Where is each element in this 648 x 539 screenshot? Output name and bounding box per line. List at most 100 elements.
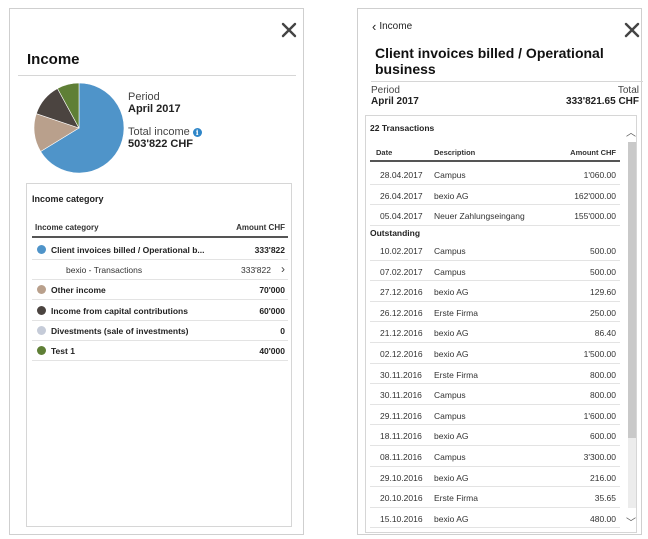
transaction-description: bexio AG bbox=[434, 513, 469, 524]
transaction-row[interactable]: 02.12.2016 bexio AG 1'500.00 bbox=[370, 343, 620, 364]
category-amount: 40'000 bbox=[259, 346, 285, 356]
transaction-amount: 86.40 bbox=[594, 328, 616, 339]
transaction-date: 08.11.2016 bbox=[380, 452, 422, 462]
back-link[interactable]: ‹ Income bbox=[372, 20, 412, 33]
transaction-amount: 129.60 bbox=[590, 287, 616, 298]
transaction-date: 30.11.2016 bbox=[380, 390, 422, 401]
transaction-amount: 216.00 bbox=[590, 472, 616, 483]
close-icon[interactable] bbox=[623, 21, 641, 39]
transactions-panel: ‹ Income Client invoices billed / Operat… bbox=[357, 8, 643, 535]
transaction-date: 29.11.2016 bbox=[380, 410, 422, 421]
transaction-amount: 800.00 bbox=[590, 390, 616, 401]
transaction-amount: 162'000.00 bbox=[574, 190, 616, 201]
transaction-date: 05.04.2017 bbox=[380, 211, 423, 222]
title-divider bbox=[371, 81, 643, 82]
transaction-description: bexio AG bbox=[434, 190, 469, 201]
transaction-row[interactable]: 28.04.2017 Campus 1'060.00 bbox=[370, 164, 620, 185]
title-divider bbox=[18, 75, 296, 76]
category-name: Other income bbox=[51, 285, 106, 296]
table-header: Income category Amount CHF bbox=[32, 218, 288, 238]
transaction-row[interactable]: 05.04.2017 Neuer Zahlungseingang 155'000.0… bbox=[370, 205, 620, 226]
transaction-amount: 800.00 bbox=[590, 369, 616, 380]
category-color-dot bbox=[37, 325, 46, 335]
income-panel: Income Period April 2017 Total income i … bbox=[9, 8, 304, 535]
chevron-up-icon[interactable]: ︿ bbox=[626, 124, 636, 139]
category-amount: 333'822 bbox=[254, 245, 285, 255]
transaction-row[interactable]: 10.02.2017 Campus 500.00 bbox=[370, 240, 620, 261]
total-income-label-text: Total income bbox=[128, 126, 190, 138]
transaction-row[interactable]: 21.12.2016 bexio AG 86.40 bbox=[370, 322, 620, 343]
scrollbar-thumb[interactable] bbox=[628, 142, 636, 438]
category-amount: 70'000 bbox=[259, 285, 285, 296]
category-row[interactable]: Client invoices billed / Operational b..… bbox=[32, 240, 288, 260]
transaction-amount: 500.00 bbox=[590, 246, 616, 256]
info-icon[interactable]: i bbox=[192, 127, 202, 137]
transaction-row[interactable]: 26.12.2016 Erste Firma 250.00 bbox=[370, 302, 620, 323]
transaction-row[interactable]: 20.10.2016 Erste Firma 35.65 bbox=[370, 487, 620, 508]
transaction-row[interactable]: 26.04.2017 bexio AG 162'000.00 bbox=[370, 185, 620, 206]
category-name: Client invoices billed / Operational b..… bbox=[51, 245, 205, 255]
transaction-row[interactable]: 30.11.2016 Erste Firma 800.00 bbox=[370, 364, 620, 385]
transaction-amount: 1'600.00 bbox=[583, 410, 616, 421]
transaction-description: Campus bbox=[434, 246, 466, 256]
transaction-date: 27.12.2016 bbox=[380, 287, 423, 298]
transaction-row[interactable]: 08.11.2016 Campus 3'300.00 bbox=[370, 446, 620, 467]
transaction-description: Campus bbox=[434, 266, 466, 277]
category-row[interactable]: Other income 70'000 bbox=[32, 280, 288, 301]
transaction-date: 20.10.2016 bbox=[380, 493, 423, 504]
category-color-dot bbox=[37, 285, 46, 295]
transaction-row[interactable]: 15.10.2016 bexio AG 480.00 bbox=[370, 508, 620, 529]
category-amount: 60'000 bbox=[259, 305, 285, 316]
transaction-date: 18.11.2016 bbox=[380, 431, 422, 442]
category-row[interactable]: Divestments (sale of investments) 0 bbox=[32, 321, 288, 341]
close-icon[interactable] bbox=[280, 21, 298, 39]
subcategory-row[interactable]: bexio - Transactions 333'822 › bbox=[32, 260, 288, 281]
transaction-date: 15.10.2016 bbox=[380, 513, 423, 524]
column-header-amount: Amount CHF bbox=[570, 148, 616, 157]
transaction-amount: 35.65 bbox=[594, 493, 616, 504]
card-title: Income category bbox=[32, 194, 104, 204]
transaction-date: 29.10.2016 bbox=[380, 472, 423, 483]
transaction-date: 30.11.2016 bbox=[380, 369, 422, 380]
transaction-description: bexio AG bbox=[434, 431, 469, 442]
chevron-right-icon[interactable]: › bbox=[281, 262, 285, 276]
page-title: Income bbox=[27, 51, 80, 68]
table-header: Date Description Amount CHF bbox=[370, 142, 620, 162]
transaction-row[interactable]: 30.11.2016 Campus 800.00 bbox=[370, 384, 620, 405]
category-amount: 333'822 bbox=[241, 265, 271, 276]
category-name: bexio - Transactions bbox=[66, 265, 143, 276]
income-pie-chart bbox=[33, 82, 125, 174]
category-name: Income from capital contributions bbox=[51, 305, 188, 316]
transaction-row[interactable]: 07.02.2017 Campus 500.00 bbox=[370, 261, 620, 282]
transaction-description: Campus bbox=[434, 170, 466, 180]
transaction-description: bexio AG bbox=[434, 328, 469, 339]
transaction-description: Erste Firma bbox=[434, 307, 478, 318]
period-label: Period bbox=[128, 91, 160, 103]
transaction-date: 28.04.2017 bbox=[380, 170, 423, 180]
transaction-description: bexio AG bbox=[434, 287, 469, 298]
transactions-card: 22 Transactions Date Description Amount … bbox=[365, 115, 637, 533]
transaction-amount: 3'300.00 bbox=[583, 452, 616, 462]
transaction-date: 21.12.2016 bbox=[380, 328, 423, 339]
transaction-row[interactable]: 27.12.2016 bexio AG 129.60 bbox=[370, 281, 620, 302]
transaction-row[interactable]: 29.10.2016 bexio AG 216.00 bbox=[370, 467, 620, 488]
category-color-dot bbox=[37, 346, 46, 355]
chevron-down-icon[interactable]: ﹀ bbox=[626, 514, 636, 529]
income-category-card: Income category Income category Amount C… bbox=[26, 183, 292, 527]
category-color-dot bbox=[37, 305, 46, 315]
category-amount: 0 bbox=[280, 325, 285, 336]
transaction-row[interactable]: 18.11.2016 bexio AG 600.00 bbox=[370, 425, 620, 446]
total-label: Total bbox=[617, 85, 639, 96]
category-row[interactable]: Income from capital contributions 60'000 bbox=[32, 301, 288, 321]
page-title: Client invoices billed / Operational bus… bbox=[375, 45, 604, 77]
column-header-date: Date bbox=[376, 148, 393, 157]
transaction-date: 10.02.2017 bbox=[380, 246, 423, 256]
transaction-amount: 155'000.00 bbox=[574, 211, 616, 222]
transaction-row[interactable]: 29.11.2016 Campus 1'600.00 bbox=[370, 405, 620, 426]
transaction-description: bexio AG bbox=[434, 472, 469, 483]
transaction-amount: 1'500.00 bbox=[583, 349, 616, 359]
category-row[interactable]: Test 1 40'000 bbox=[32, 341, 288, 361]
transaction-amount: 600.00 bbox=[590, 431, 616, 442]
transaction-date: 02.12.2016 bbox=[380, 349, 423, 359]
column-header-category: Income category bbox=[35, 223, 99, 232]
